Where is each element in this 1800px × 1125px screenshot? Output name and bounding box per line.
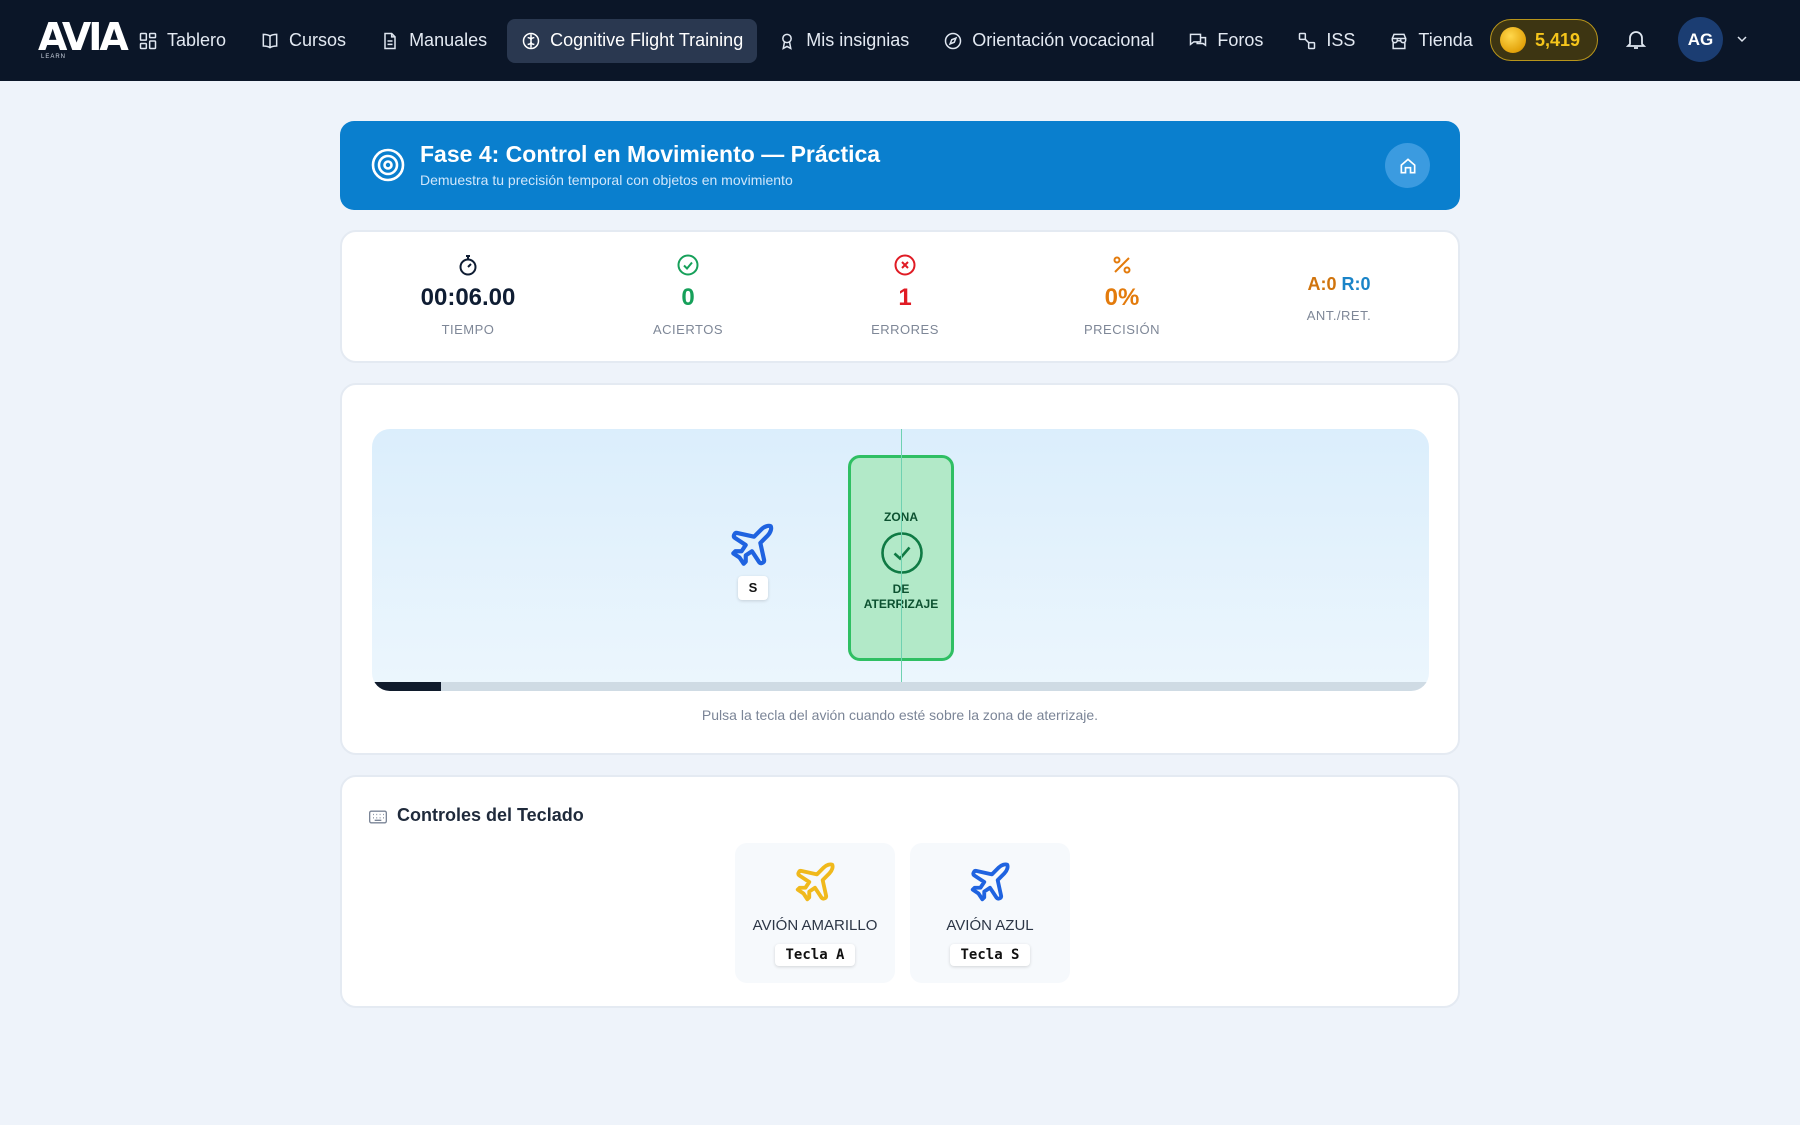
store-icon — [1391, 33, 1407, 49]
target-icon — [371, 148, 405, 182]
late-count: R:0 — [1341, 274, 1371, 294]
airplane-icon — [731, 523, 774, 566]
stat-errors-value: 1 — [898, 284, 912, 311]
nav-item-cognitive-flight-training[interactable]: Cognitive Flight Training — [507, 18, 758, 63]
stat-errors-label: ERRORES — [871, 322, 939, 337]
stat-time: 00:06.00 TIEMPO — [368, 232, 568, 365]
coin-icon — [1500, 27, 1526, 53]
document-icon — [384, 32, 396, 49]
nav-item-foros[interactable]: Foros — [1174, 19, 1277, 63]
stat-time-label: TIEMPO — [441, 322, 495, 337]
stat-hits: 0 ACIERTOS — [588, 232, 788, 365]
user-avatar[interactable]: AG — [1678, 17, 1723, 62]
coin-count: 5,419 — [1535, 29, 1581, 50]
avia-logo[interactable]: AVIA LEARN — [38, 15, 129, 62]
nav-menu: Tablero Cursos Manuales Cognitive Flight… — [124, 0, 1484, 81]
stopwatch-icon — [459, 255, 477, 276]
control-card-key: Tecla A — [775, 944, 855, 966]
satellite-icon — [1299, 32, 1316, 49]
nav-item-mis-insignias[interactable]: Mis insignias — [763, 19, 923, 63]
control-card-yellow-plane: AVIÓN AMARILLO Tecla A — [735, 843, 895, 983]
game-panel: ZONA DE ATERRIZAJE S Pulsa la tecla del … — [340, 383, 1460, 755]
nav-item-label: Mis insignias — [806, 30, 910, 50]
check-circle-icon — [881, 532, 923, 574]
stat-time-value: 00:06.00 — [420, 284, 516, 311]
nav-item-label: ISS — [1326, 30, 1356, 50]
zone-center-line — [901, 429, 902, 691]
stat-early-late-value: A:0 R:0 — [1239, 270, 1439, 298]
home-button[interactable] — [1385, 143, 1430, 188]
nav-item-tablero[interactable]: Tablero — [124, 19, 240, 63]
nav-item-label: Orientación vocacional — [972, 30, 1155, 50]
flight-track[interactable]: ZONA DE ATERRIZAJE S — [372, 429, 1429, 691]
badge-icon — [782, 33, 793, 50]
check-circle-icon — [677, 254, 699, 276]
control-card-blue-plane: AVIÓN AZUL Tecla S — [910, 843, 1070, 983]
control-card-key: Tecla S — [950, 944, 1030, 966]
nav-item-label: Cognitive Flight Training — [550, 30, 744, 50]
nav-item-tienda[interactable]: Tienda — [1375, 19, 1484, 63]
stat-precision-label: PRECISIÓN — [1083, 322, 1160, 337]
nav-item-label: Manuales — [409, 30, 488, 50]
book-icon — [262, 33, 278, 49]
plane-key-badge: S — [738, 576, 768, 600]
stat-hits-value: 0 — [681, 284, 695, 311]
page-title: Fase 4: Control en Movimiento — Práctica — [420, 141, 881, 167]
round-progress-bar — [372, 682, 1429, 691]
chat-icon — [1190, 33, 1207, 47]
nav-item-manuales[interactable]: Manuales — [366, 19, 501, 63]
logo-text: AVIA — [38, 15, 129, 59]
bell-icon[interactable] — [1624, 27, 1648, 51]
game-instructions: Pulsa la tecla del avión cuando esté sob… — [701, 707, 1099, 723]
stat-early-late-label: ANT./RET. — [1306, 308, 1372, 323]
stat-precision-value: 0% — [1104, 284, 1140, 311]
early-count: A:0 — [1307, 274, 1337, 294]
chevron-down-icon[interactable] — [1734, 31, 1750, 47]
nav-item-cursos[interactable]: Cursos — [246, 19, 360, 63]
nav-item-label: Tablero — [167, 30, 227, 50]
keyboard-icon — [369, 810, 387, 824]
controls-title: Controles del Teclado — [397, 805, 584, 825]
round-progress-fill — [372, 682, 441, 691]
stat-errors: 1 ERRORES — [805, 232, 1005, 365]
page-subtitle: Demuestra tu precisión temporal con obje… — [420, 172, 793, 188]
coin-balance[interactable]: 5,419 — [1490, 19, 1598, 61]
nav-item-orientacion-vocacional[interactable]: Orientación vocacional — [929, 19, 1168, 63]
stat-hits-label: ACIERTOS — [653, 322, 723, 337]
stat-precision: 0% PRECISIÓN — [1022, 232, 1222, 365]
airplane-icon — [970, 862, 1010, 902]
phase-header: Fase 4: Control en Movimiento — Práctica… — [340, 121, 1460, 210]
top-navbar: AVIA LEARN Tablero Cursos Manuales Cogni… — [0, 0, 1800, 81]
nav-item-label: Foros — [1217, 30, 1264, 50]
airplane-icon — [795, 862, 835, 902]
control-card-name: AVIÓN AMARILLO — [752, 917, 878, 934]
control-card-name: AVIÓN AZUL — [946, 917, 1034, 934]
nav-item-label: Cursos — [289, 30, 347, 50]
nav-item-label: Tienda — [1418, 30, 1473, 50]
x-circle-icon — [894, 254, 916, 276]
stat-early-late: A:0 R:0 ANT./RET. — [1239, 232, 1439, 365]
stats-panel: 00:06.00 TIEMPO 0 ACIERTOS 1 ERRORES 0% … — [340, 230, 1460, 363]
dashboard-icon — [139, 32, 157, 49]
compass-icon — [945, 32, 962, 49]
percent-icon — [1113, 256, 1131, 274]
nav-item-iss[interactable]: ISS — [1283, 19, 1369, 63]
keyboard-controls-panel: Controles del Teclado AVIÓN AMARILLO Tec… — [340, 775, 1460, 1008]
home-icon — [1400, 157, 1415, 173]
brain-icon — [522, 32, 540, 49]
